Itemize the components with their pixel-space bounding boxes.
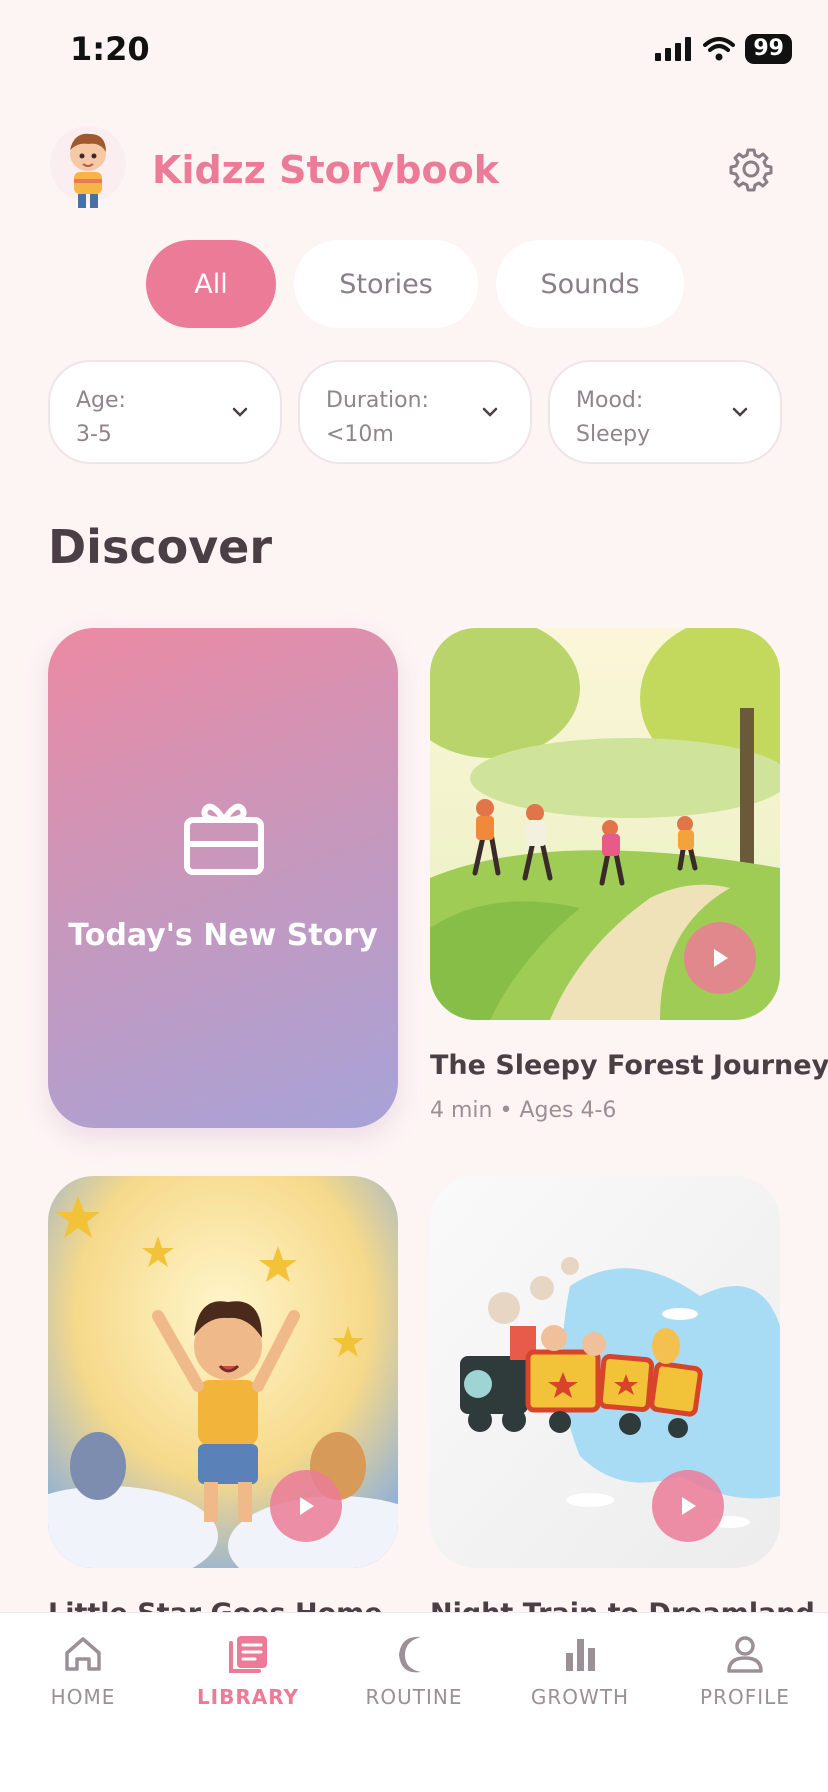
nav-label: PROFILE [700,1685,790,1709]
story-card-image[interactable] [48,1176,398,1568]
play-button[interactable] [652,1470,724,1542]
tab-all[interactable]: All [146,240,276,328]
duration-filter-dropdown[interactable]: Duration: <10m [298,360,532,464]
signal-icon [655,37,692,61]
category-tabs: All Stories Sounds [146,240,684,328]
chevron-down-icon [232,407,248,417]
filter-row: Age: 3-5 Duration: <10m Mood: Sleepy [48,360,782,464]
play-icon [300,1497,314,1515]
play-icon [714,949,728,967]
nav-item-growth[interactable]: GROWTH [505,1633,655,1709]
nav-label: HOME [50,1685,116,1709]
tab-stories[interactable]: Stories [294,240,478,328]
app-header: Kidzz Storybook [0,124,828,216]
tab-sounds[interactable]: Sounds [496,240,684,328]
story-card-image[interactable] [430,1176,780,1568]
play-button[interactable] [270,1470,342,1542]
bottom-navigation: HOME LIBRARY ROUTINE GROWTH PROFILE [0,1612,828,1792]
star-illustration [48,1176,398,1568]
wifi-icon [703,37,736,61]
mood-filter-dropdown[interactable]: Mood: Sleepy [548,360,782,464]
story-card-image[interactable] [430,628,780,1020]
bar-chart-icon [566,1639,595,1671]
library-icon [229,1636,267,1673]
nav-label: ROUTINE [365,1685,463,1709]
chevron-down-icon [732,407,748,417]
gift-icon [184,803,264,875]
avatar[interactable] [48,124,128,216]
settings-gear-icon[interactable] [728,146,774,192]
nav-label: GROWTH [530,1685,630,1709]
mood-filter-value: Sleepy [576,422,651,447]
battery-indicator: 99 [745,34,792,64]
play-button[interactable] [684,922,756,994]
nav-label: LIBRARY [196,1685,300,1709]
play-icon [682,1497,696,1515]
nav-item-library[interactable]: LIBRARY [173,1633,323,1709]
person-icon [727,1636,763,1673]
status-bar: 1:20 99 [0,0,828,100]
duration-filter-value: <10m [326,422,394,447]
app-title: Kidzz Storybook [152,148,499,192]
home-icon [65,1637,101,1671]
todays-new-story-card[interactable]: Today's New Story [48,628,398,1128]
chevron-down-icon [482,407,498,417]
nav-item-profile[interactable]: PROFILE [670,1633,820,1709]
status-icons: 99 [655,34,792,64]
story-title[interactable]: The Sleepy Forest Journey [430,1050,828,1081]
nav-item-home[interactable]: HOME [8,1633,158,1709]
moon-icon [399,1636,421,1673]
story-meta: 4 min • Ages 4-6 [430,1098,617,1123]
section-title: Discover [48,520,273,574]
todays-new-story-label: Today's New Story [68,918,378,953]
train-illustration [430,1176,780,1568]
age-filter-value: 3-5 [76,422,112,447]
age-filter-dropdown[interactable]: Age: 3-5 [48,360,282,464]
status-time: 1:20 [70,30,150,68]
nav-item-routine[interactable]: ROUTINE [339,1633,489,1709]
